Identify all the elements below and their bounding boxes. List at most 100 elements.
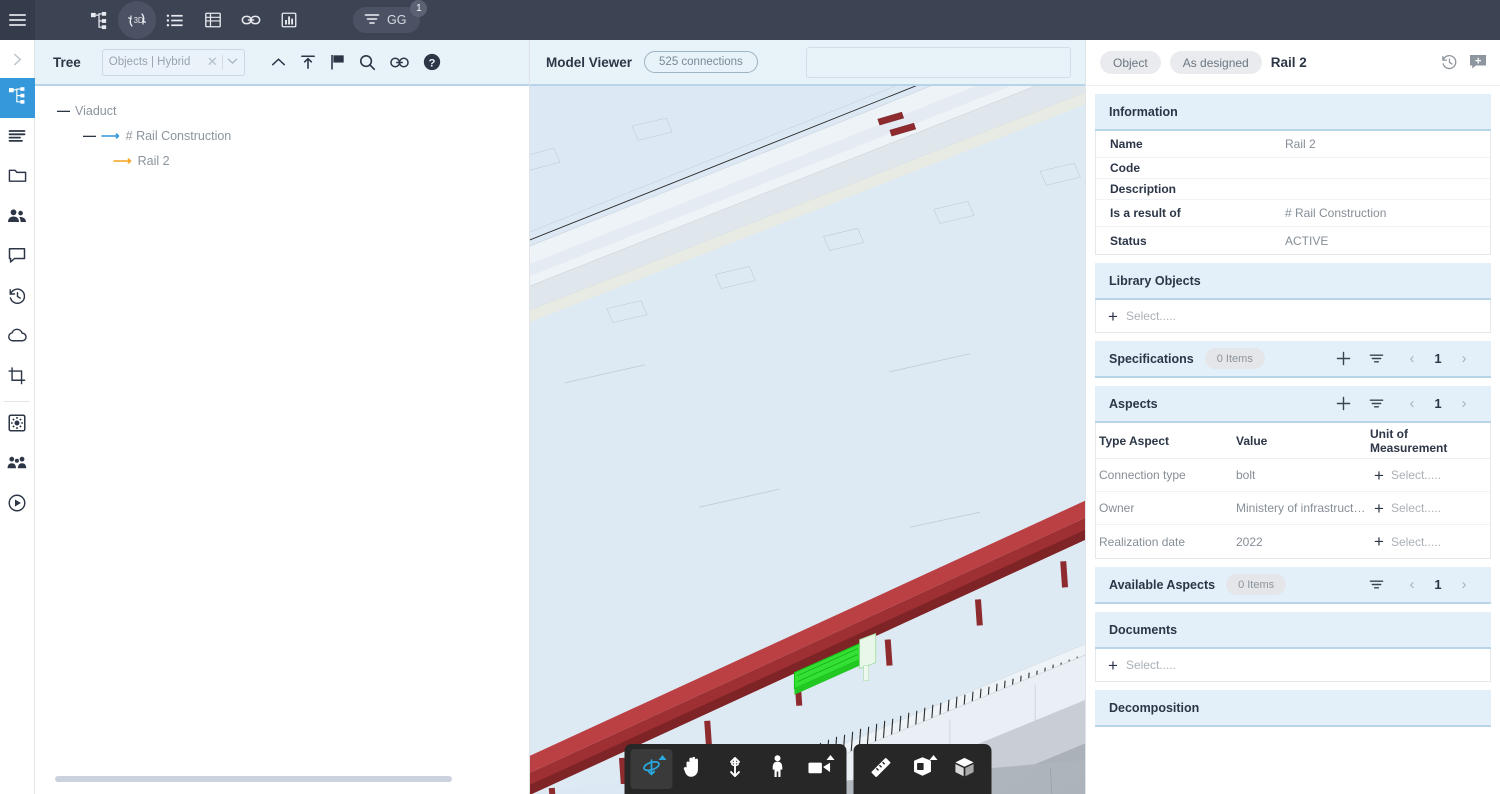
sidebar-item-play[interactable] xyxy=(0,485,35,525)
pan-tool[interactable] xyxy=(672,749,714,789)
library-objects-section-header: Library Objects xyxy=(1095,263,1491,300)
tree-panel-title: Tree xyxy=(53,54,81,70)
sidebar-item-people[interactable] xyxy=(0,198,35,238)
collapse-toggle-icon[interactable]: — xyxy=(57,103,70,118)
object-type-pill: Object xyxy=(1100,51,1161,74)
aspect-unit-select[interactable]: + Select..... xyxy=(1370,467,1487,484)
hamburger-icon[interactable] xyxy=(9,14,26,26)
walk-tool[interactable] xyxy=(756,749,798,789)
prev-page-button[interactable]: ‹ xyxy=(1399,571,1425,599)
help-icon[interactable]: ? xyxy=(423,53,441,71)
history-icon[interactable] xyxy=(1441,54,1458,71)
video-camera-icon xyxy=(807,758,831,781)
model-viewer-canvas[interactable] xyxy=(530,86,1085,794)
tree-horizontal-scrollbar[interactable] xyxy=(55,776,501,782)
chart-icon[interactable] xyxy=(270,1,308,39)
select-placeholder: Select..... xyxy=(1390,468,1441,482)
main-menu-button[interactable] xyxy=(0,0,35,40)
prev-page-button[interactable]: ‹ xyxy=(1399,345,1425,373)
3d-scene xyxy=(530,86,1085,794)
section-title: Library Objects xyxy=(1109,273,1201,288)
link-icon[interactable] xyxy=(232,1,270,39)
available-aspects-section-header: Available Aspects 0 Items ‹ 1 › xyxy=(1095,567,1491,604)
hand-icon xyxy=(683,756,704,783)
measure-tool[interactable] xyxy=(859,749,901,789)
next-page-button[interactable]: › xyxy=(1451,390,1477,418)
library-objects-select[interactable]: + Select..... xyxy=(1095,300,1491,333)
filter-user-chip[interactable]: GG 1 xyxy=(353,0,428,33)
add-icon[interactable]: + xyxy=(1108,308,1118,325)
view-cube-tool[interactable] xyxy=(943,749,985,789)
add-icon[interactable] xyxy=(1327,344,1360,374)
section-tool[interactable] xyxy=(901,749,943,789)
viewer-search-input[interactable] xyxy=(805,46,1071,78)
object-name-title: Rail 2 xyxy=(1270,55,1307,70)
object-details-panel: Object As designed Rail 2 Information Na… xyxy=(1085,40,1500,794)
sidebar-item-cloud[interactable] xyxy=(0,318,35,358)
sidebar-item-objects[interactable] xyxy=(0,78,35,118)
scrollbar-thumb[interactable] xyxy=(55,776,452,782)
tree-node-rail-2[interactable]: ⟶ Rail 2 xyxy=(35,148,529,173)
add-icon[interactable]: + xyxy=(1108,657,1118,674)
sidebar-item-teams[interactable] xyxy=(0,445,35,485)
table-row[interactable]: Realization date 2022 + Select..... xyxy=(1096,525,1490,558)
sidebar-item-history[interactable] xyxy=(0,278,35,318)
select-placeholder: Select..... xyxy=(1390,534,1441,549)
svg-text:?: ? xyxy=(428,57,435,69)
collapse-toggle-icon[interactable]: — xyxy=(83,128,96,143)
list-icon[interactable] xyxy=(156,1,194,39)
add-icon[interactable] xyxy=(1327,389,1360,419)
orbit-tool[interactable] xyxy=(630,749,672,789)
add-comment-icon[interactable] xyxy=(1469,54,1487,71)
3d-rotate-icon[interactable]: 3D xyxy=(118,1,156,39)
sidebar-item-documents[interactable] xyxy=(0,118,35,158)
add-icon[interactable]: + xyxy=(1374,533,1384,550)
sidebar-item-folders[interactable] xyxy=(0,158,35,198)
chevron-down-icon[interactable] xyxy=(227,56,238,68)
aspects-section-header: Aspects ‹ 1 › xyxy=(1095,386,1491,423)
aspect-unit-select[interactable]: + Select..... xyxy=(1370,533,1487,550)
info-key: Code xyxy=(1110,161,1140,175)
rail-expand-button[interactable] xyxy=(0,40,35,78)
filter-icon[interactable] xyxy=(1360,389,1393,419)
table-icon[interactable] xyxy=(194,1,232,39)
information-section: Information Name Rail 2 Code Description xyxy=(1095,94,1491,255)
left-rail xyxy=(0,40,35,794)
prev-page-button[interactable]: ‹ xyxy=(1399,390,1425,418)
filter-icon[interactable] xyxy=(1360,344,1393,374)
info-row-code: Code xyxy=(1096,158,1490,179)
add-icon[interactable]: + xyxy=(1374,467,1384,484)
flag-icon[interactable] xyxy=(330,54,345,70)
link-icon[interactable] xyxy=(389,56,409,69)
sidebar-item-crop[interactable] xyxy=(0,358,35,398)
info-value: ACTIVE xyxy=(1285,233,1329,248)
aspect-unit-select[interactable]: + Select..... xyxy=(1370,500,1487,517)
collapse-up-icon[interactable] xyxy=(271,57,286,68)
table-row[interactable]: Connection type bolt + Select..... xyxy=(1096,459,1490,492)
aspect-value: 2022 xyxy=(1236,534,1263,549)
tree-panel-header: Tree Objects | Hybrid ✕ ? xyxy=(35,40,529,86)
table-row[interactable]: Owner Ministery of infrastruct… + Select… xyxy=(1096,492,1490,525)
network-graph-icon[interactable] xyxy=(80,1,118,39)
aspect-type: Owner xyxy=(1099,501,1135,515)
aspect-value: bolt xyxy=(1236,468,1256,482)
expand-top-icon[interactable] xyxy=(300,54,316,70)
specifications-section: Specifications 0 Items ‹ 1 › xyxy=(1095,341,1491,378)
tree-node-viaduct[interactable]: — Viaduct xyxy=(35,98,529,123)
info-value: Rail 2 xyxy=(1285,137,1316,151)
close-icon[interactable]: ✕ xyxy=(207,54,218,70)
camera-tool[interactable] xyxy=(798,749,840,789)
next-page-button[interactable]: › xyxy=(1451,571,1477,599)
sidebar-item-messages[interactable] xyxy=(0,238,35,278)
filter-icon[interactable] xyxy=(1360,570,1393,600)
tree-filter-select[interactable]: Objects | Hybrid ✕ xyxy=(101,48,245,76)
tree-node-rail-construction[interactable]: — ⟶ # Rail Construction xyxy=(35,123,529,148)
search-icon[interactable] xyxy=(359,54,376,71)
documents-select[interactable]: + Select..... xyxy=(1095,649,1491,682)
next-page-button[interactable]: › xyxy=(1451,345,1477,373)
aspect-type: Connection type xyxy=(1099,468,1186,482)
folder-icon xyxy=(8,167,27,189)
zoom-tool[interactable] xyxy=(714,749,756,789)
add-icon[interactable]: + xyxy=(1374,500,1384,517)
sidebar-item-settings[interactable] xyxy=(0,405,35,445)
